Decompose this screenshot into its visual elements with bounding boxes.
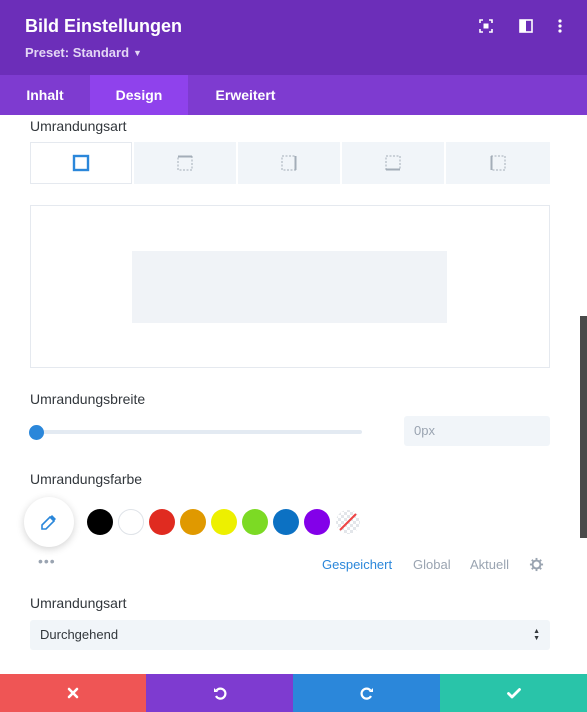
redo-icon (360, 687, 373, 700)
undo-button[interactable] (146, 674, 293, 712)
palette-current-link[interactable]: Aktuell (470, 557, 509, 572)
border-side-all[interactable] (30, 142, 132, 184)
border-style-value: Durchgehend (40, 627, 119, 642)
focus-icon[interactable] (478, 18, 494, 34)
right-border-icon (281, 155, 297, 171)
palette-saved-link[interactable]: Gespeichert (322, 557, 392, 572)
bottom-border-icon (385, 155, 401, 171)
kebab-menu-icon[interactable] (552, 18, 568, 34)
close-icon (67, 687, 79, 699)
color-swatch-orange[interactable] (180, 509, 206, 535)
action-bar (0, 674, 587, 712)
gear-icon[interactable] (529, 557, 544, 572)
caret-down-icon: ▼ (133, 48, 142, 58)
color-swatch-white[interactable] (118, 509, 144, 535)
color-swatch-blue[interactable] (273, 509, 299, 535)
no-color-swatch-icon[interactable] (335, 509, 361, 535)
border-side-left[interactable] (446, 142, 550, 184)
redo-button[interactable] (293, 674, 440, 712)
color-swatch-yellow[interactable] (211, 509, 237, 535)
more-colors-icon[interactable]: ••• (38, 553, 56, 569)
border-width-slider-handle[interactable] (29, 425, 44, 440)
palette-global-link[interactable]: Global (413, 557, 451, 572)
tab-erweitert[interactable]: Erweitert (188, 75, 303, 115)
undo-icon (213, 687, 226, 700)
border-width-slider-track[interactable] (37, 430, 362, 434)
tab-design[interactable]: Design (90, 75, 188, 115)
tab-inhalt[interactable]: Inhalt (0, 75, 90, 115)
border-side-right[interactable] (238, 142, 340, 184)
color-swatch-black[interactable] (87, 509, 113, 535)
border-preview (30, 205, 550, 368)
border-style-select[interactable]: Durchgehend ▲ ▼ (30, 620, 550, 650)
color-swatch-red[interactable] (149, 509, 175, 535)
border-style-label: Umrandungsart (30, 595, 127, 611)
save-button[interactable] (440, 674, 587, 712)
border-preview-element (132, 251, 447, 323)
border-side-top[interactable] (134, 142, 236, 184)
border-type-label: Umrandungsart (30, 118, 127, 134)
border-side-bottom[interactable] (342, 142, 444, 184)
color-picker-button[interactable] (24, 497, 74, 547)
color-swatch-green[interactable] (242, 509, 268, 535)
scrollbar-thumb[interactable] (580, 316, 587, 538)
all-sides-icon (72, 154, 90, 172)
modal-header: Bild Einstellungen Preset: Standard ▼ (0, 0, 587, 75)
select-arrows-icon: ▲ ▼ (533, 628, 540, 642)
color-swatch-purple[interactable] (304, 509, 330, 535)
modal-title: Bild Einstellungen (25, 16, 183, 36)
discard-button[interactable] (0, 674, 146, 712)
border-width-input[interactable]: 0px (404, 416, 550, 446)
preset-selector[interactable]: Preset: Standard ▼ (25, 45, 142, 60)
border-width-label: Umrandungsbreite (30, 391, 146, 407)
top-border-icon (177, 155, 193, 171)
border-color-label: Umrandungsfarbe (30, 471, 143, 487)
tab-bar: Inhalt Design Erweitert (0, 75, 587, 115)
preset-label: Preset: Standard (25, 45, 130, 60)
split-view-icon[interactable] (518, 18, 534, 34)
check-icon (506, 688, 521, 699)
eyedropper-icon (41, 515, 56, 530)
left-border-icon (490, 155, 506, 171)
border-side-selector (30, 142, 550, 184)
